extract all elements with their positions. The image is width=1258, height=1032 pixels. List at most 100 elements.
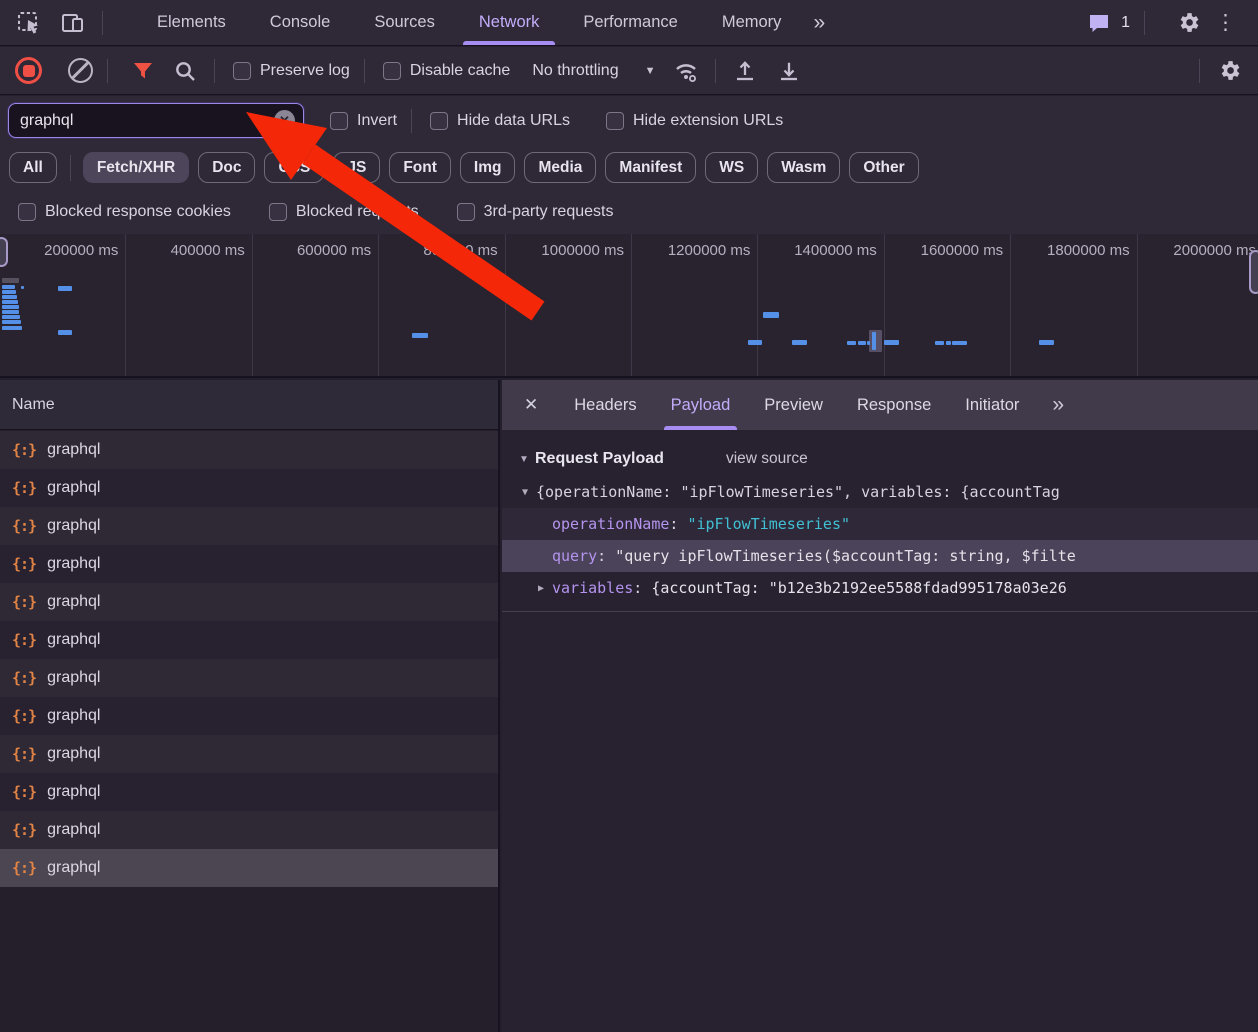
- filter-icon[interactable]: [128, 56, 158, 86]
- kebab-menu-icon[interactable]: ⋮: [1203, 10, 1248, 35]
- checkbox[interactable]: [233, 61, 251, 80]
- more-detail-tabs-icon[interactable]: »: [1042, 393, 1072, 417]
- network-conditions-icon[interactable]: [671, 56, 701, 86]
- checkbox[interactable]: [330, 111, 348, 130]
- clear-filter-icon[interactable]: ✕: [274, 110, 295, 131]
- option-checkbox-3rd-party-requests[interactable]: 3rd-party requests: [456, 203, 613, 221]
- chip-doc[interactable]: Doc: [198, 152, 256, 183]
- chip-js[interactable]: JS: [333, 152, 381, 183]
- payload-row-query[interactable]: query: "query ipFlowTimeseries($accountT…: [502, 540, 1258, 572]
- chip-font[interactable]: Font: [389, 152, 451, 183]
- payload-row-variables[interactable]: ▶ variables: {accountTag: "b12e3b2192ee55…: [502, 572, 1258, 604]
- timeline-column: 800000 ms: [379, 234, 506, 376]
- disable-cache-checkbox[interactable]: Disable cache: [382, 61, 510, 80]
- checkbox[interactable]: [605, 111, 624, 130]
- overview-left-grip[interactable]: [0, 237, 8, 267]
- chip-media[interactable]: Media: [524, 152, 597, 183]
- view-source-link[interactable]: view source: [726, 450, 808, 468]
- tab-elements[interactable]: Elements: [135, 0, 248, 45]
- network-settings-gear-icon[interactable]: [1214, 56, 1244, 86]
- table-row[interactable]: {:} graphql: [0, 545, 498, 583]
- tab-console[interactable]: Console: [248, 0, 353, 45]
- chip-other[interactable]: Other: [849, 152, 919, 183]
- divider: [715, 58, 717, 83]
- table-row[interactable]: {:} graphql: [0, 697, 498, 735]
- checkbox[interactable]: [382, 61, 401, 80]
- payload-row-text: query: "query ipFlowTimeseries($accountT…: [552, 547, 1076, 565]
- divider: [1144, 10, 1145, 35]
- option-checkbox-blocked-response-cookies[interactable]: Blocked response cookies: [18, 203, 231, 221]
- waterfall-bar: [412, 333, 428, 338]
- detail-tab-initiator[interactable]: Initiator: [948, 380, 1036, 430]
- expand-triangle-icon[interactable]: ▶: [538, 583, 552, 594]
- table-row[interactable]: {:} graphql: [0, 659, 498, 697]
- checkbox[interactable]: [268, 203, 287, 221]
- request-payload-section[interactable]: ▼ Request Payload view source: [502, 442, 1258, 476]
- device-toolbar-icon[interactable]: [58, 8, 88, 38]
- column-header-name[interactable]: Name: [0, 380, 498, 430]
- chip-ws[interactable]: WS: [705, 152, 759, 183]
- chevron-down-icon[interactable]: ▼: [645, 65, 656, 77]
- chip-manifest[interactable]: Manifest: [605, 152, 697, 183]
- table-row[interactable]: {:} graphql: [0, 621, 498, 659]
- request-type-chips: All Fetch/XHR Doc CSS JS Font Img Media Manifest…: [0, 145, 1258, 190]
- more-tabs-icon[interactable]: »: [803, 11, 833, 35]
- table-row[interactable]: {:} graphql: [0, 431, 498, 469]
- table-row[interactable]: {:} graphql: [0, 735, 498, 773]
- hide-extension-urls-checkbox[interactable]: Hide extension URLs: [605, 111, 783, 130]
- tab-network[interactable]: Network: [457, 0, 562, 45]
- table-row[interactable]: {:} graphql: [0, 469, 498, 507]
- filter-input[interactable]: [9, 111, 249, 130]
- overview-right-grip[interactable]: [1249, 250, 1258, 294]
- close-icon[interactable]: ✕: [502, 395, 557, 415]
- search-icon[interactable]: [170, 56, 200, 86]
- detail-tab-response[interactable]: Response: [840, 380, 948, 430]
- table-row[interactable]: {:} graphql: [0, 583, 498, 621]
- network-overview-timeline[interactable]: 200000 ms 400000 ms 600000 ms 800000 ms 1000…: [0, 234, 1258, 378]
- collapse-triangle-icon[interactable]: ▼: [519, 454, 535, 465]
- chip-css[interactable]: CSS: [264, 152, 325, 183]
- payload-row-operationName[interactable]: operationName: "ipFlowTimeseries": [502, 508, 1258, 540]
- option-checkbox-blocked-requests[interactable]: Blocked requests: [268, 203, 419, 221]
- tab-memory[interactable]: Memory: [700, 0, 804, 45]
- chip-img[interactable]: Img: [459, 152, 516, 183]
- timeline-column: 1600000 ms: [885, 234, 1012, 376]
- collapse-triangle-icon[interactable]: ▼: [522, 487, 536, 498]
- request-name: graphql: [47, 783, 101, 800]
- record-button[interactable]: [15, 57, 42, 84]
- export-har-icon[interactable]: [774, 56, 804, 86]
- table-row[interactable]: {:} graphql: [0, 811, 498, 849]
- timeline-column: 2000000 ms: [1138, 234, 1258, 376]
- table-row[interactable]: {:} graphql: [0, 507, 498, 545]
- settings-gear-icon[interactable]: [1173, 8, 1203, 38]
- messages-icon[interactable]: [1084, 8, 1114, 38]
- checkbox[interactable]: [456, 203, 475, 221]
- detail-tab-preview[interactable]: Preview: [747, 380, 840, 430]
- timeline-tick-label: 1400000 ms: [794, 242, 877, 259]
- invert-checkbox[interactable]: Invert: [330, 111, 397, 130]
- tab-performance[interactable]: Performance: [561, 0, 699, 45]
- preserve-log-checkbox[interactable]: Preserve log: [233, 61, 350, 80]
- checkbox[interactable]: [430, 111, 449, 130]
- table-row[interactable]: {:} graphql: [0, 773, 498, 811]
- detail-tab-headers[interactable]: Headers: [557, 380, 653, 430]
- detail-tab-payload[interactable]: Payload: [654, 380, 748, 430]
- chip-fetchxhr[interactable]: Fetch/XHR: [82, 152, 190, 183]
- waterfall-bar: [21, 286, 24, 289]
- checkbox[interactable]: [18, 203, 36, 221]
- chip-wasm[interactable]: Wasm: [767, 152, 841, 183]
- payload-row-text: variables: {accountTag: "b12e3b2192ee558…: [552, 579, 1067, 597]
- table-row[interactable]: {:} graphql: [0, 849, 498, 887]
- payload-colon: :: [597, 547, 616, 565]
- waterfall-bar: [2, 326, 22, 330]
- import-har-icon[interactable]: [730, 56, 760, 86]
- chip-all[interactable]: All: [9, 152, 57, 183]
- inspect-element-icon[interactable]: [14, 8, 44, 38]
- hide-data-urls-checkbox[interactable]: Hide data URLs: [430, 111, 570, 130]
- json-request-icon: {:}: [12, 669, 37, 687]
- payload-summary-row[interactable]: ▼ {operationName: "ipFlowTimeseries", va…: [502, 476, 1258, 508]
- tab-sources[interactable]: Sources: [352, 0, 457, 45]
- json-request-icon: {:}: [12, 479, 37, 497]
- clear-network-log-icon[interactable]: [68, 58, 93, 83]
- throttling-select[interactable]: No throttling: [532, 62, 618, 80]
